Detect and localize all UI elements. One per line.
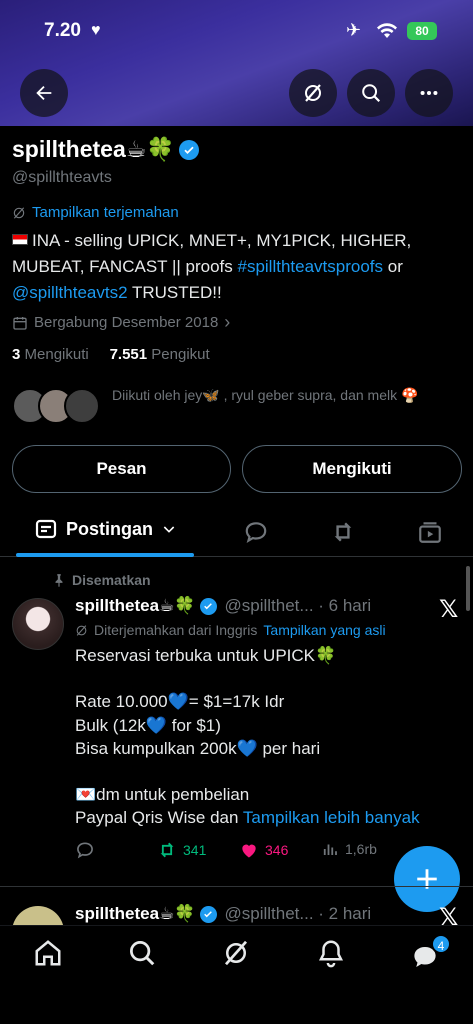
search-icon [362,84,381,103]
message-button[interactable]: Pesan [12,445,231,493]
reply-button[interactable] [75,840,95,860]
followed-by-text: Diikuti oleh jey🦋 , ryul geber supra, da… [112,387,419,403]
post-author-name[interactable]: spillthetea☕🍀 [75,596,196,616]
grok-icon [305,84,321,102]
more-options-button[interactable] [405,69,453,117]
pin-icon [55,574,63,587]
back-button[interactable] [20,69,68,117]
grok-translate-icon [76,624,87,636]
pinned-text: Disematkan [72,572,151,588]
post-line: Paypal Qris Wise dan [75,808,243,828]
repost-icon [160,842,174,858]
followers-count: 7.551 [109,346,148,363]
tab-posts[interactable]: Postingan [34,517,177,541]
x-logo-icon: 𝕏 [439,596,459,623]
pinned-label: Disematkan [52,572,151,588]
following-link[interactable]: 3 Mengikuti [12,346,89,363]
search-button[interactable] [347,69,395,117]
verified-badge-icon [199,905,217,923]
profile-display-name: spillthetea☕🍀 [12,136,176,162]
post-header: spillthetea☕🍀 @spillthet... · 6 hari [75,596,371,616]
replies-tab-icon[interactable] [243,519,269,545]
plus-icon [417,869,437,889]
joined-date[interactable]: Bergabung Desember 2018 › [12,312,230,333]
post-line: Reservasi terbuka untuk UPICK🍀 [75,646,337,665]
views-icon [323,844,337,855]
media-tab-icon[interactable] [417,519,443,545]
bio-hashtag-link[interactable]: #spillthteavtsproofs [237,257,383,276]
heart-status-icon: ♥ [91,22,101,39]
show-more-link[interactable]: Tampilkan lebih banyak [243,808,420,827]
chevron-right-icon: › [224,312,231,332]
posts-tab-icon [35,519,57,539]
show-original-link[interactable]: Tampilkan yang asli [263,622,385,638]
repost-count: 341 [183,842,207,858]
messages-badge: 4 [431,934,451,954]
post-author-name[interactable]: spillthetea☕🍀 [75,904,196,924]
arrow-left-icon [36,85,52,101]
post-line: Bulk (12k💙 for $1) [75,715,221,735]
following-label: Mengikuti [24,346,89,363]
repost-button[interactable]: 341 [157,840,206,860]
like-count: 346 [265,842,289,858]
post-meta: @spillthet... · 6 hari [224,596,372,615]
grok-button[interactable] [289,69,337,117]
followers-link[interactable]: 7.551 Pengikut [110,346,210,363]
post-line: Bisa kumpulkan 200k💙 per hari [75,738,321,758]
more-dots-icon [420,90,438,96]
bio-text-mid: or [383,257,403,276]
post-header: spillthetea☕🍀 @spillthet... · 2 hari [75,904,371,924]
profile-handle: @spillthteavts [12,169,112,186]
airplane-icon: ✈ [346,20,362,40]
heart-icon [242,844,256,858]
profile-name-row: spillthetea☕🍀 [12,136,200,163]
post-body[interactable]: Reservasi terbuka untuk UPICK🍀 Rate 10.0… [75,644,455,830]
status-bar: 7.20 ♥ ✈ 80 [0,18,473,46]
like-button[interactable]: 346 [239,840,288,860]
explore-search-icon[interactable] [127,938,157,968]
wifi-icon [377,23,397,38]
post-meta: @spillthet... · 2 hari [224,904,372,923]
followers-label: Pengikut [151,346,210,363]
tab-posts-label: Postingan [66,518,154,539]
avatar [64,388,100,424]
translated-from-text: Diterjemahkan dari Inggris [94,622,258,638]
reposts-tab-icon[interactable] [330,519,356,545]
follower-avatars [12,388,102,428]
grok-nav-icon[interactable] [221,938,251,968]
post-actions: 341 346 1,6rb [75,840,455,864]
show-translation-label: Tampilkan terjemahan [32,204,179,221]
bottom-navigation: 4 [0,925,473,1024]
reply-icon [77,842,93,859]
translation-notice: Diterjemahkan dari Inggris Tampilkan yan… [75,622,386,638]
bio-mention-link[interactable]: @spillthteavts2 [12,283,128,302]
profile-tabs: Postingan [0,507,473,557]
battery-indicator: 80 [407,22,437,40]
scrollbar[interactable] [466,566,470,611]
grok-translate-icon [13,206,25,219]
post-avatar[interactable] [12,598,64,650]
status-time: 7.20 [44,20,81,41]
bio-text-end: TRUSTED!! [127,283,222,302]
post-line: 💌dm untuk pembelian [75,785,250,805]
chevron-down-icon [163,526,175,533]
post-divider [0,886,473,887]
verified-badge-icon [199,597,217,615]
home-icon[interactable] [33,938,63,968]
verified-badge-icon[interactable] [179,139,200,160]
profile-bio: INA - selling UPICK, MNET+, MY1PICK, HIG… [12,228,462,306]
follow-counts: 3 Mengikuti 7.551 Pengikut [12,346,210,363]
notifications-bell-icon[interactable] [316,938,346,968]
post-line: Rate 10.000💙= $1=17k Idr [75,692,285,712]
following-count: 3 [12,346,21,363]
following-button[interactable]: Mengikuti [242,445,462,493]
indonesia-flag-icon [12,234,28,245]
views-button[interactable]: 1,6rb [321,840,377,858]
joined-label: Bergabung Desember 2018 [34,314,219,331]
show-translation-link[interactable]: Tampilkan terjemahan [12,204,179,221]
views-count: 1,6rb [345,841,377,857]
calendar-icon [13,316,27,330]
active-tab-indicator [16,553,194,557]
